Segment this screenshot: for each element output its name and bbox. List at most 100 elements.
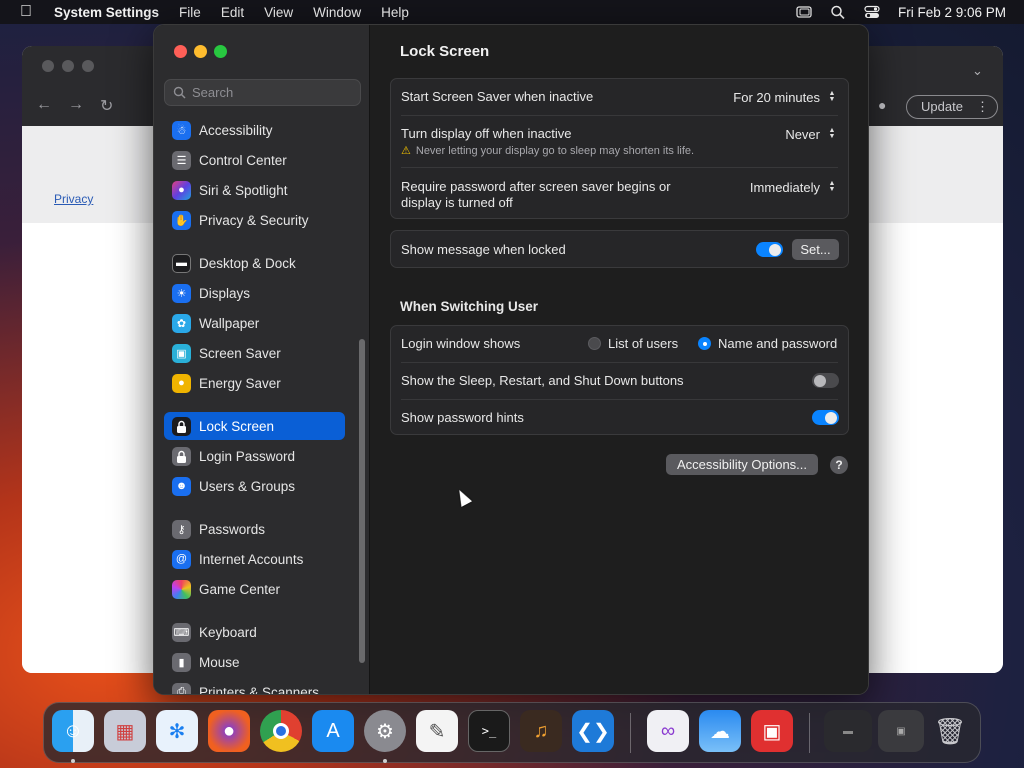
lock-screen-pane: Lock Screen Start Screen Saver when inac…	[370, 25, 868, 694]
sidebar-item-game-center[interactable]: Game Center	[164, 575, 345, 603]
sidebar-item-keyboard[interactable]: ⌨ Keyboard	[164, 618, 345, 646]
dock-minimized-window-icon[interactable]: ▬	[824, 710, 872, 752]
menu-bar:  System Settings File Edit View Window …	[0, 0, 1024, 24]
display-off-popup[interactable]: Never ▲ ▼	[785, 126, 838, 142]
screen-saver-popup[interactable]: For 20 minutes ▲ ▼	[733, 89, 838, 105]
wallpaper-icon: ✿	[172, 313, 191, 333]
screen-saver-icon: ▣	[172, 343, 191, 363]
sidebar-item-privacy-security[interactable]: ✋ Privacy & Security	[164, 206, 345, 234]
sidebar-item-desktop-dock[interactable]: ▬ Desktop & Dock	[164, 249, 345, 277]
dock-separator	[630, 713, 631, 753]
dock-system-settings-icon[interactable]: ⚙	[364, 710, 406, 752]
displays-icon: ☀	[172, 283, 191, 303]
dock-minimized-chrome-window-icon[interactable]: ▣	[878, 710, 924, 752]
sidebar-item-siri-spotlight[interactable]: ● Siri & Spotlight	[164, 176, 345, 204]
sidebar-search-field[interactable]	[164, 79, 361, 106]
sidebar-item-mouse[interactable]: ▮ Mouse	[164, 648, 345, 676]
sidebar-item-screen-saver[interactable]: ▣ Screen Saver	[164, 339, 345, 367]
dock-chrome-icon[interactable]	[260, 710, 302, 752]
at-icon: @	[172, 549, 191, 569]
tab-list-chevron-icon[interactable]: ⌄	[972, 63, 983, 79]
menu-window[interactable]: Window	[303, 5, 371, 20]
control-center-icon[interactable]	[864, 5, 880, 19]
browser-close-control[interactable]	[42, 60, 54, 72]
menu-app-name[interactable]: System Settings	[52, 5, 169, 20]
dock-terminal-icon[interactable]: >_	[468, 710, 510, 752]
divider	[401, 399, 838, 400]
sidebar-item-displays[interactable]: ☀ Displays	[164, 279, 345, 307]
dock-firefox-icon[interactable]: ●	[208, 710, 250, 752]
dock-photo-booth-icon[interactable]: ▣	[751, 710, 793, 752]
sidebar-item-passwords[interactable]: ⚷ Passwords	[164, 515, 345, 543]
stage-manager-icon[interactable]	[796, 5, 812, 19]
accessibility-options-button[interactable]: Accessibility Options...	[666, 454, 818, 475]
privacy-link[interactable]: Privacy	[54, 192, 93, 206]
sidebar-item-printers-scanners[interactable]: ⎙ Printers & Scanners	[164, 678, 345, 694]
browser-more-icon[interactable]: ⋮	[976, 96, 989, 118]
dock-separator	[809, 713, 810, 753]
dock-garageband-icon[interactable]: ♫	[520, 710, 562, 752]
sleep-buttons-label: Show the Sleep, Restart, and Shut Down b…	[401, 373, 684, 388]
sidebar-item-accessibility[interactable]: ☃ Accessibility	[164, 116, 345, 144]
browser-update-button[interactable]: Update ⋮	[906, 95, 998, 119]
sidebar-item-wallpaper[interactable]: ✿ Wallpaper	[164, 309, 345, 337]
dock-visual-studio-icon[interactable]: ∞	[647, 710, 689, 752]
sidebar-item-internet-accounts[interactable]: @ Internet Accounts	[164, 545, 345, 573]
apple-menu-icon[interactable]: 	[0, 3, 52, 21]
dock-weather-icon[interactable]: ☁	[699, 710, 741, 752]
sidebar-item-control-center[interactable]: ☰ Control Center	[164, 146, 345, 174]
dock: ☺ ▦ ✻ ● A ⚙ ✎ >_ ♫ ❮❯ ∞ ☁ ▣ ▬ ▣ 🗑	[43, 702, 981, 763]
set-message-button[interactable]: Set...	[792, 239, 839, 260]
sidebar-scrollbar[interactable]	[359, 339, 365, 663]
password-hints-label: Show password hints	[401, 410, 524, 425]
browser-zoom-control[interactable]	[82, 60, 94, 72]
menu-edit[interactable]: Edit	[211, 5, 254, 20]
lock-message-group: Show message when locked Set...	[390, 230, 849, 268]
divider	[401, 167, 838, 168]
sidebar-item-lock-screen[interactable]: Lock Screen	[164, 412, 345, 440]
radio-name-and-password[interactable]: Name and password	[698, 336, 837, 351]
dock-textedit-icon[interactable]: ✎	[416, 710, 458, 752]
display-off-row: Turn display off when inactive ⚠ Never l…	[401, 126, 838, 157]
energy-icon: ●	[172, 373, 191, 393]
siri-icon: ●	[172, 180, 191, 200]
zoom-window-button[interactable]	[214, 45, 227, 58]
dock-finder-icon[interactable]: ☺	[52, 710, 94, 752]
dock-vscode-icon[interactable]: ❮❯	[572, 710, 614, 752]
menu-clock[interactable]: Fri Feb 2 9:06 PM	[898, 5, 1006, 20]
search-input[interactable]	[192, 85, 352, 100]
menu-help[interactable]: Help	[371, 5, 419, 20]
dock-app-store-icon[interactable]: A	[312, 710, 354, 752]
sidebar-item-users-groups[interactable]: ☻ Users & Groups	[164, 472, 345, 500]
minimize-window-button[interactable]	[194, 45, 207, 58]
dock-trash-icon[interactable]: 🗑	[932, 710, 968, 752]
sidebar-item-login-password[interactable]: Login Password	[164, 442, 345, 470]
menu-file[interactable]: File	[169, 5, 211, 20]
sidebar-item-energy-saver[interactable]: ● Energy Saver	[164, 369, 345, 397]
sleep-buttons-toggle[interactable]	[812, 373, 839, 388]
menu-view[interactable]: View	[254, 5, 303, 20]
require-password-popup[interactable]: Immediately ▲ ▼	[750, 179, 838, 195]
divider	[401, 115, 838, 116]
close-window-button[interactable]	[174, 45, 187, 58]
forward-arrow-icon[interactable]: →	[68, 96, 84, 114]
dock-safari-icon[interactable]: ✻	[156, 710, 198, 752]
lock-icon	[172, 416, 191, 436]
radio-button-selected[interactable]	[698, 337, 711, 350]
help-button[interactable]: ?	[830, 456, 848, 474]
spotlight-search-icon[interactable]	[830, 5, 846, 20]
dock-launchpad-icon[interactable]: ▦	[104, 710, 146, 752]
profile-icon[interactable]: ●	[878, 97, 886, 113]
show-message-toggle[interactable]	[756, 242, 783, 257]
radio-list-of-users[interactable]: List of users	[588, 336, 678, 351]
settings-sidebar: ☃ Accessibility ☰ Control Center ● Siri …	[154, 25, 370, 694]
reload-icon[interactable]: ↻	[100, 96, 113, 116]
back-arrow-icon[interactable]: ←	[36, 96, 52, 114]
printer-icon: ⎙	[172, 682, 191, 694]
screen-saver-label: Start Screen Saver when inactive	[401, 89, 594, 104]
radio-button[interactable]	[588, 337, 601, 350]
browser-minimize-control[interactable]	[62, 60, 74, 72]
password-hints-toggle[interactable]	[812, 410, 839, 425]
running-indicator	[71, 759, 75, 763]
divider	[401, 362, 838, 363]
